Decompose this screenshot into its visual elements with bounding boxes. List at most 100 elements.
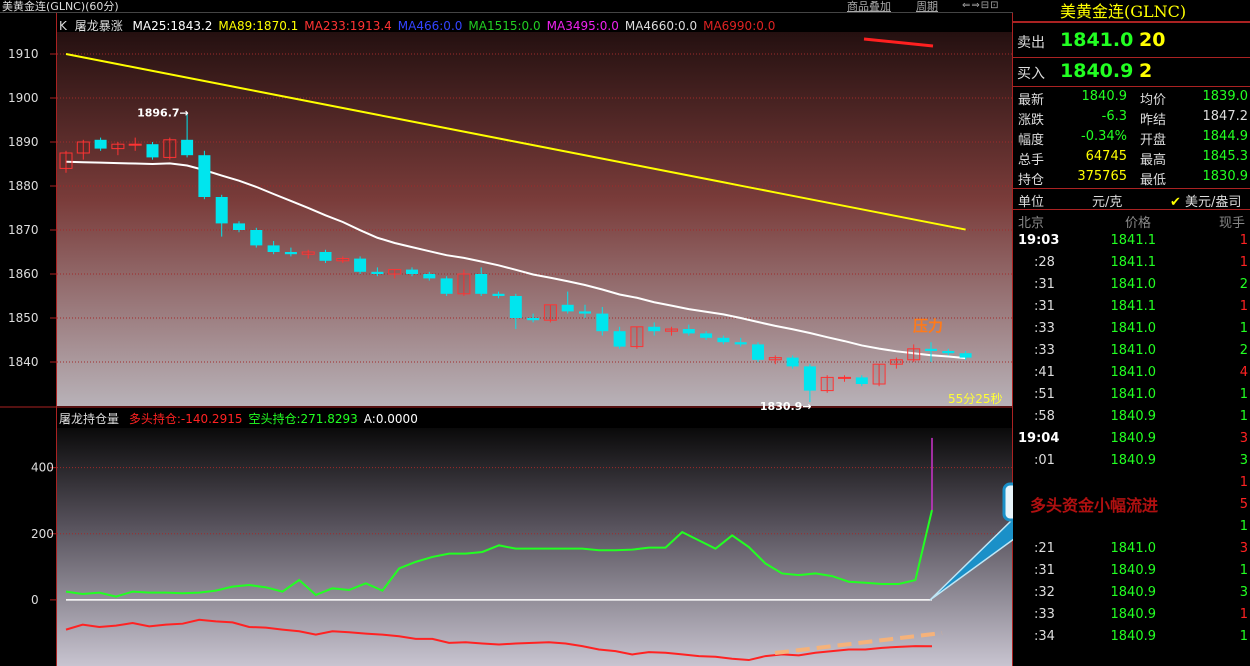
ticks-header-time: 北京 — [1018, 216, 1045, 231]
tick-price: 1840.9 — [1110, 607, 1157, 622]
sub-ytick-label-1: 200 — [31, 527, 54, 541]
candle-33 — [630, 326, 644, 349]
stat-label-left-4: 持仓 — [1018, 173, 1045, 188]
tick-time: :33 — [1034, 343, 1055, 358]
tick-qty: 1 — [1239, 607, 1248, 622]
stat-label-left-1: 涨跌 — [1018, 113, 1045, 128]
candle-28 — [543, 304, 557, 323]
sell-qty: 20 — [1139, 29, 1166, 51]
unit-label: 单位 — [1018, 195, 1045, 210]
main-legend: K 屠龙暴涨 MA25:1843.2 MA89:1870.1 MA233:1913.… — [59, 17, 775, 34]
extreme-label-0: 1896.7→ — [137, 107, 189, 120]
stat-value-left-1: -6.3 — [1101, 109, 1127, 124]
main-legend-item-6: MA4660:0.0 — [624, 19, 698, 33]
tick-qty: 1 — [1239, 409, 1248, 424]
tick-price: 1841.1 — [1110, 233, 1157, 248]
tick-qty: 2 — [1239, 343, 1248, 358]
tick-qty: 1 — [1239, 321, 1248, 336]
tick-qty: 3 — [1239, 541, 1248, 556]
tick-price: 1840.9 — [1110, 563, 1157, 578]
pressure-annotation: 压力 — [913, 317, 944, 335]
tick-row-15: :31 1840.9 1 — [1013, 563, 1250, 585]
stat-label-right-0: 均价 — [1140, 93, 1167, 108]
ticks-header-qty: 现手 — [1219, 216, 1246, 231]
unit-alt-checkbox[interactable]: ✔ 美元/盎司 — [1170, 191, 1241, 210]
tick-qty: 5 — [1239, 497, 1248, 512]
tick-row-0: 19:03 1841.1 1 — [1013, 233, 1250, 255]
sub-ytick-label-2: 400 — [31, 461, 54, 475]
candle-23 — [457, 269, 471, 296]
tick-time: :51 — [1034, 387, 1055, 402]
tick-row-7: :51 1841.0 1 — [1013, 387, 1250, 409]
tick-qty: 1 — [1239, 563, 1248, 578]
tick-row-10: :01 1840.9 3 — [1013, 453, 1250, 475]
chart-canvas: 1840 1850 1860 1870 1880 1890 1900 1910 0 200 400… — [0, 0, 1013, 666]
stat-value-left-3: 64745 — [1085, 149, 1127, 164]
stat-value-right-0: 1839.0 — [1202, 89, 1249, 104]
stat-value-right-3: 1845.3 — [1202, 149, 1249, 164]
candle-44 — [820, 375, 834, 393]
stat-label-right-1: 昨结 — [1140, 113, 1167, 128]
tick-qty: 2 — [1239, 277, 1248, 292]
main-ytick-label-1: 1850 — [8, 311, 39, 325]
tick-price: 1841.0 — [1110, 277, 1157, 292]
tick-time: :31 — [1034, 277, 1055, 292]
tick-qty: 1 — [1239, 475, 1248, 490]
overlay-link[interactable]: 商品叠加 — [847, 0, 891, 14]
quote-title: 美黄金连(GLNC) — [1060, 2, 1187, 21]
tick-price: 1841.1 — [1110, 255, 1157, 270]
tick-row-16: :32 1840.9 3 — [1013, 585, 1250, 607]
sub-legend-item-1: 空头持仓:271.8293 — [248, 412, 358, 426]
main-ytick-label-4: 1880 — [8, 179, 39, 193]
main-ytick-label-0: 1840 — [8, 355, 39, 369]
stat-label-left-2: 幅度 — [1018, 133, 1045, 148]
callout-box — [1002, 482, 1013, 522]
tick-qty: 1 — [1239, 519, 1248, 534]
tick-time: :33 — [1034, 321, 1055, 336]
tick-qty: 1 — [1239, 299, 1248, 314]
main-ytick-label-3: 1870 — [8, 223, 39, 237]
tick-price: 1841.1 — [1110, 299, 1157, 314]
tick-price: 1840.9 — [1110, 431, 1157, 446]
tick-price: 1840.9 — [1110, 629, 1157, 644]
stat-value-right-2: 1844.9 — [1202, 129, 1249, 144]
tick-row-9: 19:04 1840.9 3 — [1013, 431, 1250, 453]
main-legend-item-0: MA25:1843.2 — [132, 19, 213, 33]
tick-time: :31 — [1034, 299, 1055, 314]
tick-time: :21 — [1034, 541, 1055, 556]
candle-40 — [752, 342, 764, 362]
candle-17 — [354, 256, 367, 274]
main-legend-item-4: MA1515:0.0 — [468, 19, 541, 33]
sub-legend-item-0: 多头持仓:-140.2915 — [128, 412, 243, 426]
tick-time: :34 — [1034, 629, 1055, 644]
stat-value-right-4: 1830.9 — [1202, 169, 1249, 184]
tick-row-2: :31 1841.0 2 — [1013, 277, 1250, 299]
tick-row-5: :33 1841.0 2 — [1013, 343, 1250, 365]
tick-price: 1840.9 — [1110, 585, 1157, 600]
tick-price: 1841.0 — [1110, 365, 1157, 380]
tick-row-4: :33 1841.0 1 — [1013, 321, 1250, 343]
tick-time: :33 — [1034, 607, 1055, 622]
candle-11 — [250, 227, 263, 248]
legend-indicator-name: 屠龙暴涨 — [74, 19, 123, 33]
tick-time: :41 — [1034, 365, 1055, 380]
stat-value-right-1: 1847.2 — [1202, 109, 1249, 124]
tick-qty: 3 — [1239, 585, 1248, 600]
tick-row-8: :58 1840.9 1 — [1013, 409, 1250, 431]
tick-row-18: :34 1840.9 1 — [1013, 629, 1250, 651]
tick-time: :32 — [1034, 585, 1055, 600]
tick-time: :01 — [1034, 453, 1055, 468]
tick-time: :28 — [1034, 255, 1055, 270]
unit-value[interactable]: 元/克 — [1092, 191, 1122, 210]
tick-qty: 3 — [1239, 453, 1248, 468]
main-ytick-label-2: 1860 — [8, 267, 39, 281]
tick-qty: 1 — [1239, 233, 1248, 248]
tick-qty: 1 — [1239, 387, 1248, 402]
tick-qty: 1 — [1239, 629, 1248, 644]
window-controls[interactable]: ⇐⇒⊟⊡ — [962, 0, 1000, 11]
countdown: 55分25秒 — [948, 392, 1003, 406]
main-legend-item-2: MA233:1913.4 — [304, 19, 392, 33]
sub-legend-item-2: A:0.0000 — [363, 412, 418, 426]
period-link[interactable]: 周期 — [916, 0, 938, 14]
stat-value-left-2: -0.34% — [1081, 129, 1127, 144]
